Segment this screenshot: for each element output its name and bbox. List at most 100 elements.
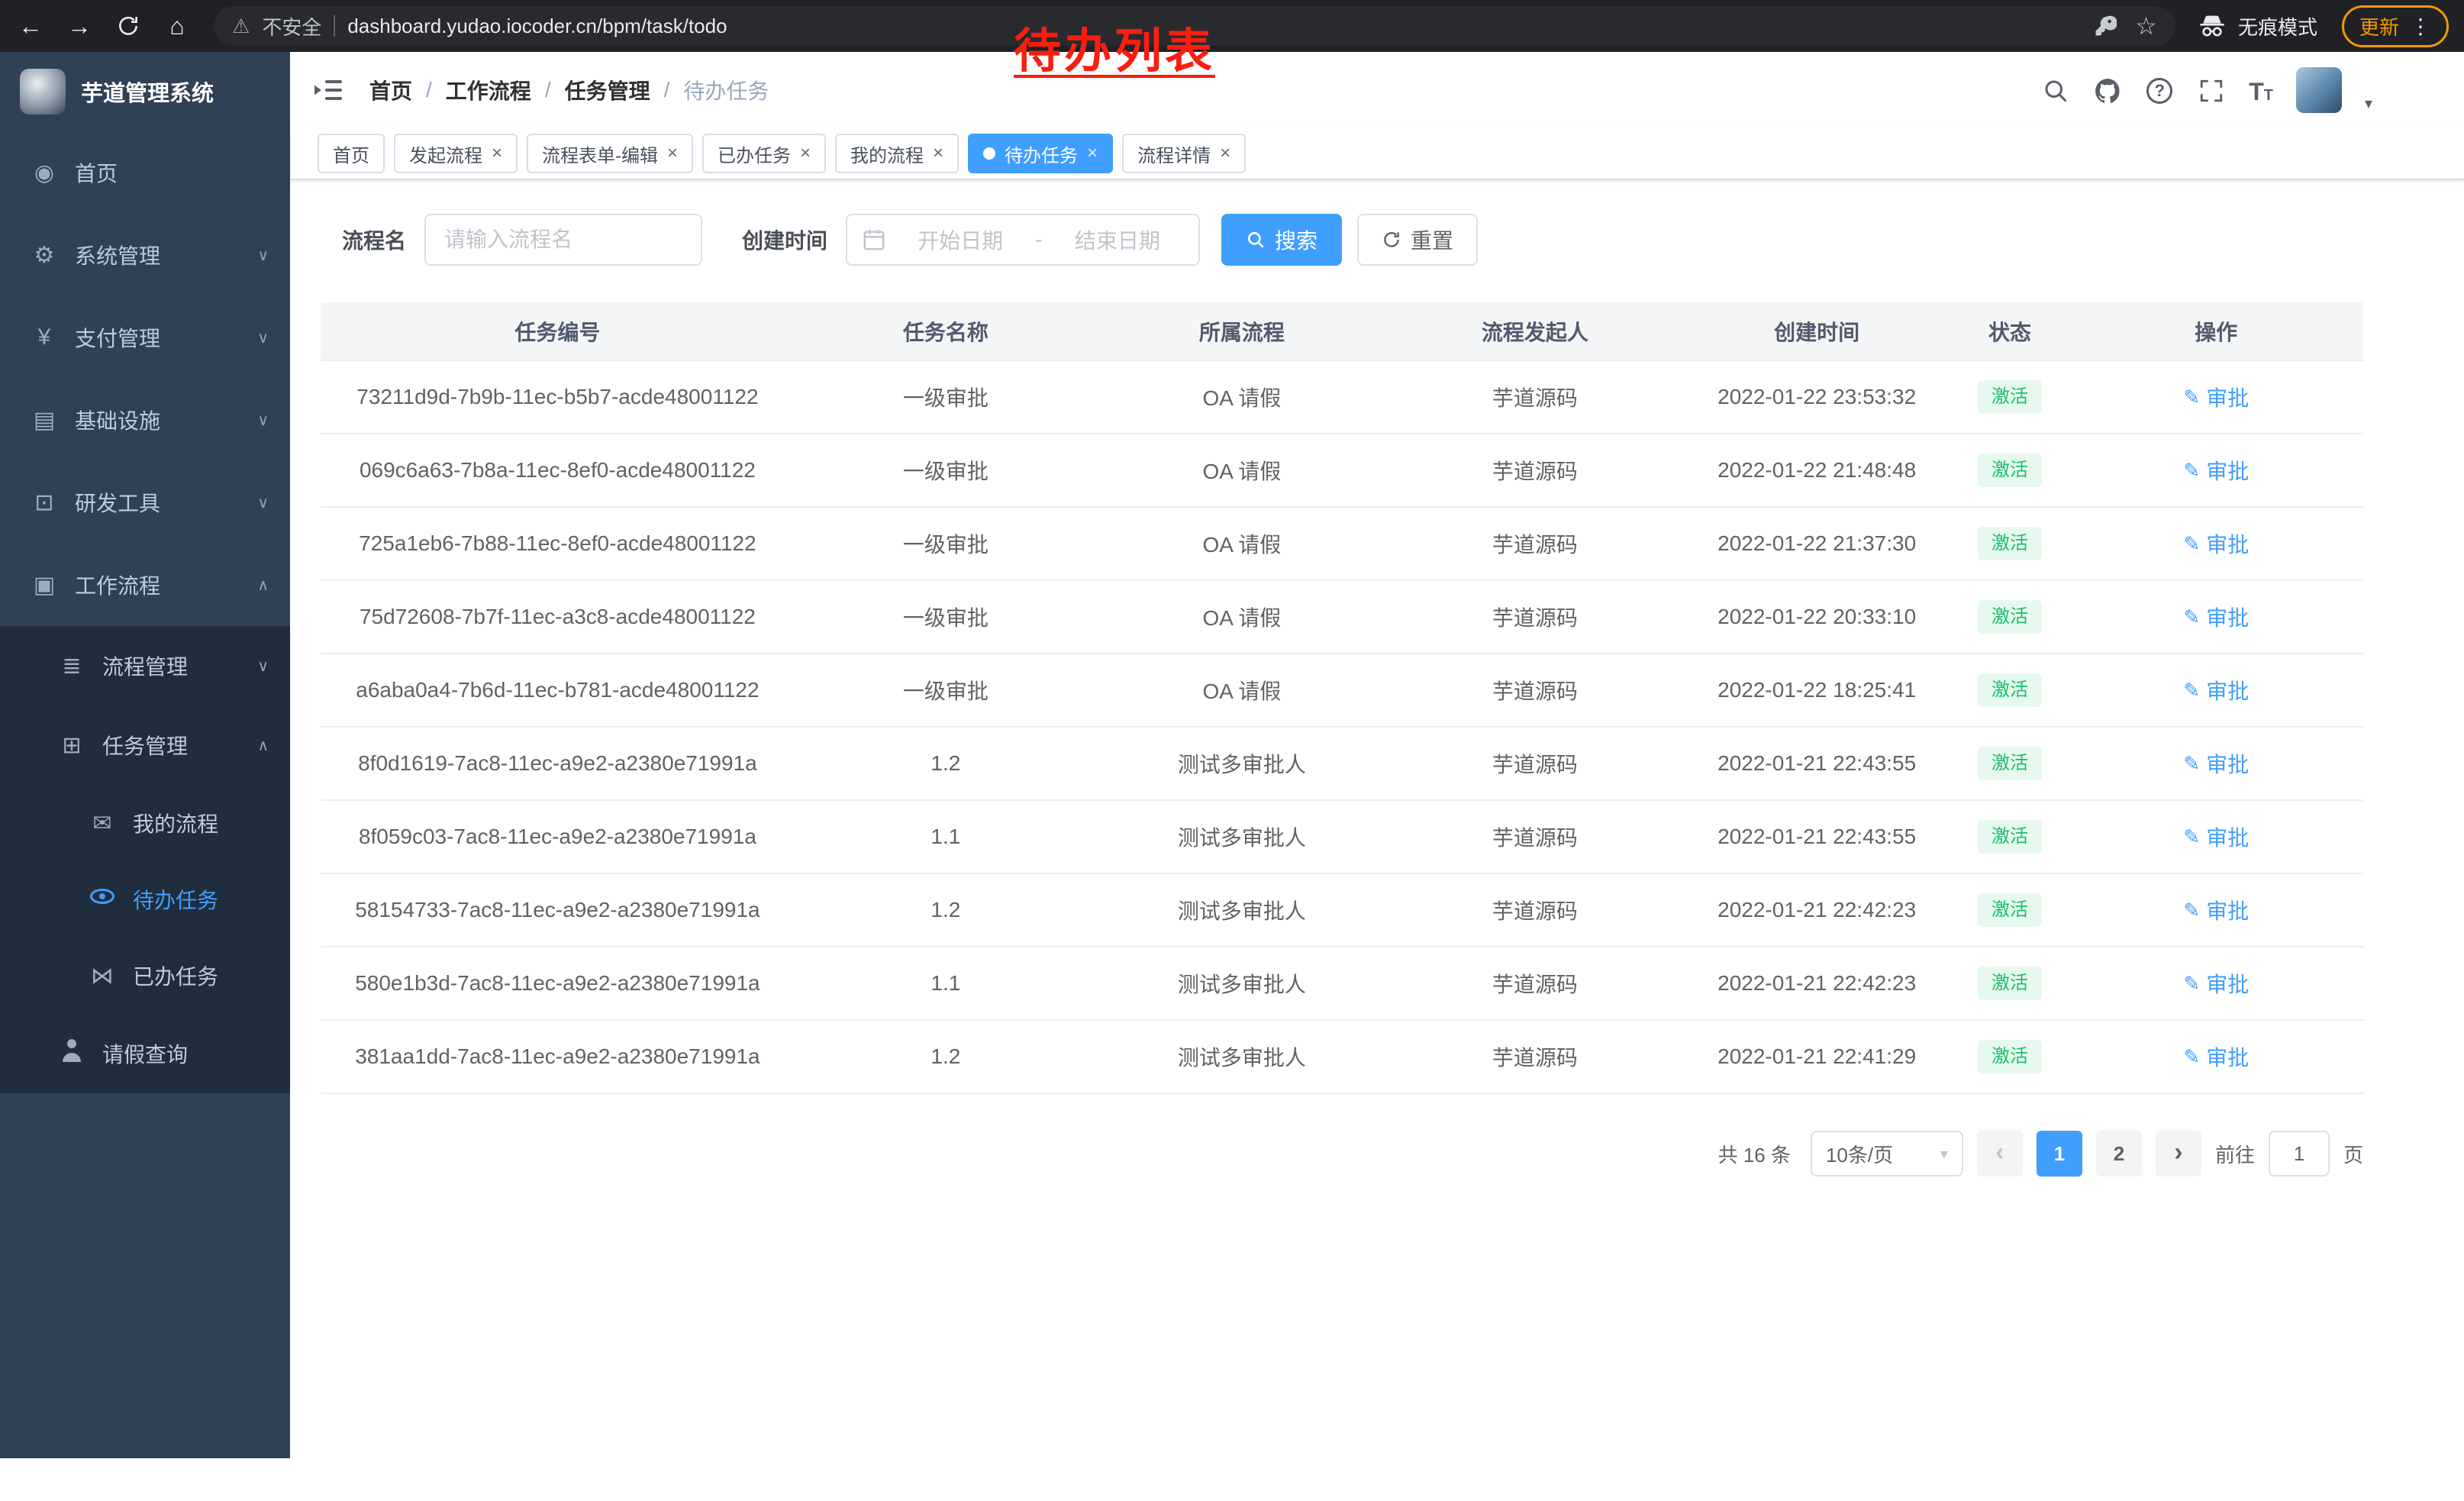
table-row: 58154733-7ac8-11ec-a9e2-a2380e71991a 1.2… (321, 873, 2363, 947)
sidebar-item-todo-tasks[interactable]: 待办任务 (0, 861, 290, 938)
date-range-picker[interactable]: 开始日期 - 结束日期 (846, 214, 1200, 266)
tab-process-form-edit[interactable]: 流程表单-编辑 × (527, 134, 693, 173)
breadcrumb-home[interactable]: 首页 (369, 75, 412, 105)
cell-task-id: 381aa1dd-7ac8-11ec-a9e2-a2380e71991a (321, 1020, 795, 1093)
reset-button[interactable]: 重置 (1357, 214, 1478, 266)
sidebar-item-payment[interactable]: ¥ 支付管理 ∨ (0, 296, 290, 379)
edit-icon: ✎ (2183, 825, 2200, 849)
app-logo-row[interactable]: 芋道管理系统 (0, 52, 290, 131)
password-key-icon[interactable] (2094, 15, 2117, 37)
browser-menu-icon[interactable]: ⋮ (2410, 14, 2431, 39)
avatar-caret-icon[interactable]: ▾ (2365, 94, 2372, 113)
status-badge: 激活 (1978, 527, 2042, 560)
approve-link[interactable]: ✎ 审批 (2183, 822, 2249, 852)
approve-link[interactable]: ✎ 审批 (2183, 382, 2249, 412)
table-row: 580e1b3d-7ac8-11ec-a9e2-a2380e71991a 1.1… (321, 947, 2363, 1020)
cell-status: 激活 (1950, 727, 2069, 800)
status-badge: 激活 (1978, 747, 2042, 780)
sidebar-item-task-management[interactable]: ⊞ 任务管理 ∧ (0, 705, 290, 785)
refresh-icon[interactable] (107, 5, 150, 47)
incognito-label: 无痕模式 (2238, 12, 2317, 40)
breadcrumb-workflow[interactable]: 工作流程 (446, 75, 531, 105)
cell-process: 测试多审批人 (1097, 800, 1387, 873)
tab-todo-tasks[interactable]: 待办任务 × (968, 134, 1113, 173)
col-status: 状态 (1950, 302, 2069, 360)
table-header-row: 任务编号 任务名称 所属流程 流程发起人 创建时间 状态 操作 (321, 302, 2363, 360)
chevron-down-icon: ∨ (257, 328, 269, 347)
sidebar-item-process-management[interactable]: ≣ 流程管理 ∨ (0, 626, 290, 705)
sidebar-item-leave-query[interactable]: 请假查询 (0, 1014, 290, 1093)
cell-task-id: 8f059c03-7ac8-11ec-a9e2-a2380e71991a (321, 800, 795, 873)
sidebar-item-home[interactable]: ◉ 首页 (0, 131, 290, 214)
next-page-button[interactable]: › (2156, 1131, 2201, 1177)
cell-task-id: 580e1b3d-7ac8-11ec-a9e2-a2380e71991a (321, 947, 795, 1020)
approve-link[interactable]: ✎ 审批 (2183, 895, 2249, 925)
sidebar: 芋道管理系统 ◉ 首页 ⚙ 系统管理 ∨ ¥ 支付管理 ∨ ▤ 基础设施 ∨ ⊡… (0, 52, 290, 1458)
github-icon[interactable] (2093, 76, 2122, 105)
pagination: 共 16 条 10条/页 ▾ ‹ 1 2 › 前往 页 (321, 1131, 2363, 1177)
sidebar-item-infra[interactable]: ▤ 基础设施 ∨ (0, 379, 290, 461)
approve-link[interactable]: ✎ 审批 (2183, 748, 2249, 779)
cell-initiator: 芋道源码 (1387, 654, 1683, 727)
message-icon: ✉ (89, 810, 116, 837)
edit-icon: ✎ (2183, 752, 2200, 776)
browser-update-button[interactable]: 更新 ⋮ (2342, 5, 2449, 47)
sidebar-collapse-icon[interactable] (311, 73, 345, 107)
sidebar-item-workflow[interactable]: ▣ 工作流程 ∧ (0, 544, 290, 626)
close-icon[interactable]: × (1220, 144, 1230, 163)
dashboard-icon: ◉ (31, 160, 58, 186)
url-bar[interactable]: ⚠ 不安全 dashboard.yudao.iocoder.cn/bpm/tas… (214, 6, 2175, 46)
forward-icon[interactable]: → (58, 5, 101, 47)
home-icon[interactable]: ⌂ (156, 5, 198, 47)
fullscreen-icon[interactable] (2197, 76, 2226, 105)
approve-link[interactable]: ✎ 审批 (2183, 968, 2249, 999)
cell-process: OA 请假 (1097, 507, 1387, 580)
goto-page-input[interactable] (2269, 1131, 2330, 1177)
search-icon[interactable] (2041, 76, 2070, 105)
close-icon[interactable]: × (667, 144, 678, 163)
page-button-1[interactable]: 1 (2037, 1131, 2082, 1177)
page-unit-label: 页 (2343, 1140, 2363, 1168)
approve-link[interactable]: ✎ 审批 (2183, 602, 2249, 632)
breadcrumb: 首页 / 工作流程 / 任务管理 / 待办任务 (369, 75, 769, 105)
page-size-select[interactable]: 10条/页 ▾ (1811, 1131, 1963, 1177)
approve-link[interactable]: ✎ 审批 (2183, 528, 2249, 559)
back-icon[interactable]: ← (9, 5, 52, 47)
tab-done-tasks[interactable]: 已办任务 × (702, 134, 826, 173)
tab-home[interactable]: 首页 (318, 134, 385, 173)
breadcrumb-task-management[interactable]: 任务管理 (565, 75, 650, 105)
tab-process-detail[interactable]: 流程详情 × (1122, 134, 1246, 173)
search-button[interactable]: 搜索 (1221, 214, 1342, 266)
status-badge: 激活 (1978, 893, 2042, 926)
approve-link[interactable]: ✎ 审批 (2183, 455, 2249, 486)
font-size-icon[interactable]: TT (2249, 79, 2273, 104)
tab-start-process[interactable]: 发起流程 × (394, 134, 518, 173)
sidebar-item-devtools[interactable]: ⊡ 研发工具 ∨ (0, 461, 290, 544)
approve-link[interactable]: ✎ 审批 (2183, 675, 2249, 705)
close-icon[interactable]: × (800, 144, 811, 163)
sidebar-item-system[interactable]: ⚙ 系统管理 ∨ (0, 214, 290, 296)
cell-status: 激活 (1950, 947, 2069, 1020)
close-icon[interactable]: × (492, 144, 502, 163)
cell-task-name: 一级审批 (795, 434, 1097, 507)
cell-create-time: 2022-01-22 21:48:48 (1683, 434, 1951, 507)
cell-initiator: 芋道源码 (1387, 873, 1683, 947)
help-icon[interactable]: ? (2145, 76, 2174, 105)
close-icon[interactable]: × (933, 144, 943, 163)
bookmark-star-icon[interactable]: ☆ (2135, 11, 2157, 40)
create-time-label: 创建时间 (742, 224, 827, 255)
table-row: 8f059c03-7ac8-11ec-a9e2-a2380e71991a 1.1… (321, 800, 2363, 873)
prev-page-button[interactable]: ‹ (1977, 1131, 2023, 1177)
close-icon[interactable]: × (1087, 144, 1098, 163)
cell-create-time: 2022-01-22 23:53:32 (1683, 360, 1951, 434)
avatar[interactable] (2296, 67, 2342, 113)
tab-my-process[interactable]: 我的流程 × (835, 134, 959, 173)
sidebar-item-my-process[interactable]: ✉ 我的流程 (0, 785, 290, 861)
approve-link[interactable]: ✎ 审批 (2183, 1041, 2249, 1072)
cell-create-time: 2022-01-22 18:25:41 (1683, 654, 1951, 727)
sidebar-item-done-tasks[interactable]: ⋈ 已办任务 (0, 938, 290, 1014)
calendar-icon (863, 228, 885, 251)
process-name-input[interactable] (424, 214, 702, 266)
cell-task-id: 75d72608-7b7f-11ec-a3c8-acde48001122 (321, 580, 795, 654)
page-button-2[interactable]: 2 (2096, 1131, 2142, 1177)
